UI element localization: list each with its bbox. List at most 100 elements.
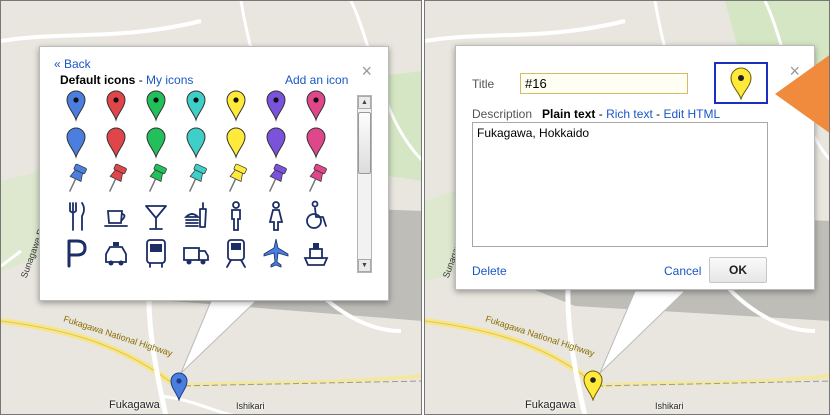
yellow-pin-icon — [226, 127, 246, 159]
placemark-edit-popup: × Title Description Plain text - Rich te… — [455, 45, 815, 290]
icon-option-bar[interactable] — [140, 198, 172, 234]
green-pushpin-icon — [148, 163, 167, 192]
town-label-fukagawa: Fukagawa — [525, 399, 576, 411]
scroll-down-arrow-icon[interactable]: ▼ — [358, 259, 371, 272]
mode-rich-text-link[interactable]: Rich text — [606, 107, 653, 121]
tab-default-icons[interactable]: Default icons — [60, 73, 135, 87]
cyan-pin-icon — [186, 127, 206, 159]
blue-pin-icon — [66, 127, 86, 159]
icon-option-cyan-dot-pin[interactable] — [180, 87, 212, 123]
icon-option-fast-food[interactable] — [180, 198, 212, 234]
blue-dot-pin-icon — [66, 90, 86, 122]
red-pushpin-icon — [108, 163, 127, 192]
town-label-ishikari: Ishikari — [236, 401, 265, 411]
icon-grid — [60, 87, 340, 292]
cafe-icon — [104, 210, 128, 227]
delete-link[interactable]: Delete — [472, 264, 507, 278]
ferry-icon — [303, 243, 329, 266]
scroll-up-arrow-icon[interactable]: ▲ — [358, 96, 371, 109]
icon-picker-popup: « Back × Default icons - My icons Add an… — [39, 46, 389, 301]
cancel-link[interactable]: Cancel — [664, 264, 701, 278]
blue-pushpin-icon — [68, 163, 87, 192]
scroll-thumb[interactable] — [358, 112, 371, 174]
green-dot-pin-icon — [146, 90, 166, 122]
icon-option-yellow-pin[interactable] — [220, 124, 252, 160]
icon-option-blue-dot-pin[interactable] — [60, 87, 92, 123]
title-input[interactable] — [520, 73, 688, 94]
woman-icon — [268, 201, 284, 231]
icon-option-pink-pushpin[interactable] — [300, 161, 332, 197]
icon-option-yellow-pushpin[interactable] — [220, 161, 252, 197]
selected-icon-button[interactable] — [714, 62, 768, 104]
icon-option-red-pin[interactable] — [100, 124, 132, 160]
taxi-icon — [105, 242, 127, 266]
left-map-panel[interactable]: Fukagawa National Highway Sunagawa Rd Fu… — [0, 0, 422, 415]
wheelchair-icon — [306, 200, 327, 229]
tab-my-icons[interactable]: My icons — [146, 73, 193, 87]
yellow-dot-pin-icon — [730, 67, 752, 100]
icon-tabs: Default icons - My icons — [60, 73, 193, 87]
parking-icon — [67, 239, 87, 268]
icon-option-red-pushpin[interactable] — [100, 161, 132, 197]
icon-option-woman[interactable] — [260, 198, 292, 234]
icon-option-truck[interactable] — [180, 235, 212, 271]
icon-option-cyan-pushpin[interactable] — [180, 161, 212, 197]
placed-marker-blue-icon[interactable] — [169, 371, 189, 401]
purple-dot-pin-icon — [266, 90, 286, 122]
purple-pushpin-icon — [268, 163, 287, 192]
icon-option-green-pushpin[interactable] — [140, 161, 172, 197]
restaurant-icon — [69, 202, 85, 231]
icon-option-man[interactable] — [220, 198, 252, 234]
icon-option-parking[interactable] — [60, 235, 92, 271]
description-textarea[interactable]: Fukagawa, Hokkaido — [472, 122, 768, 247]
icon-option-yellow-dot-pin[interactable] — [220, 87, 252, 123]
mode-edit-html-link[interactable]: Edit HTML — [663, 107, 720, 121]
back-link[interactable]: « Back — [54, 57, 91, 71]
add-icon-link[interactable]: Add an icon — [285, 73, 348, 87]
icon-option-blue-pushpin[interactable] — [60, 161, 92, 197]
ok-button[interactable]: OK — [709, 257, 767, 283]
cyan-pushpin-icon — [188, 163, 207, 192]
cyan-dot-pin-icon — [186, 90, 206, 122]
icon-option-pink-dot-pin[interactable] — [300, 87, 332, 123]
icon-option-ferry[interactable] — [300, 235, 332, 271]
town-label-fukagawa: Fukagawa — [109, 399, 160, 411]
orange-arrow-icon — [775, 55, 829, 133]
icon-option-green-dot-pin[interactable] — [140, 87, 172, 123]
icon-option-purple-pin[interactable] — [260, 124, 292, 160]
icon-option-taxi[interactable] — [100, 235, 132, 271]
yellow-dot-pin-icon — [226, 90, 246, 122]
icon-option-restaurant[interactable] — [60, 198, 92, 234]
pink-pin-icon — [306, 127, 326, 159]
pink-pushpin-icon — [308, 163, 327, 192]
icon-option-pink-pin[interactable] — [300, 124, 332, 160]
placed-marker-yellow-icon[interactable] — [582, 369, 604, 401]
close-icon[interactable]: × — [361, 62, 372, 80]
mode-plain-text[interactable]: Plain text — [542, 107, 595, 121]
fast-food-icon — [183, 202, 207, 228]
green-pin-icon — [146, 127, 166, 159]
icon-option-airport[interactable] — [260, 235, 292, 271]
icon-option-cyan-pin[interactable] — [180, 124, 212, 160]
icon-option-bus[interactable] — [140, 235, 172, 271]
mode-separator-2: - — [656, 107, 661, 121]
red-dot-pin-icon — [106, 90, 126, 122]
icon-option-wheelchair[interactable] — [300, 198, 332, 234]
icon-option-cafe[interactable] — [100, 198, 132, 234]
tab-separator: - — [138, 73, 143, 87]
pink-dot-pin-icon — [306, 90, 326, 122]
title-label: Title — [472, 77, 495, 91]
truck-icon — [183, 247, 209, 265]
icon-option-rail[interactable] — [220, 235, 252, 271]
red-pin-icon — [106, 127, 126, 159]
bus-icon — [146, 239, 166, 268]
purple-pin-icon — [266, 127, 286, 159]
icon-option-red-dot-pin[interactable] — [100, 87, 132, 123]
icon-option-green-pin[interactable] — [140, 124, 172, 160]
icon-option-blue-pin[interactable] — [60, 124, 92, 160]
icon-option-purple-pushpin[interactable] — [260, 161, 292, 197]
icon-option-purple-dot-pin[interactable] — [260, 87, 292, 123]
right-map-panel[interactable]: Fukagawa National Highway Sunagawa Rd Fu… — [424, 0, 830, 415]
icon-grid-scrollbar[interactable]: ▲ ▼ — [357, 95, 372, 273]
description-header: Description Plain text - Rich text - Edi… — [472, 107, 720, 121]
